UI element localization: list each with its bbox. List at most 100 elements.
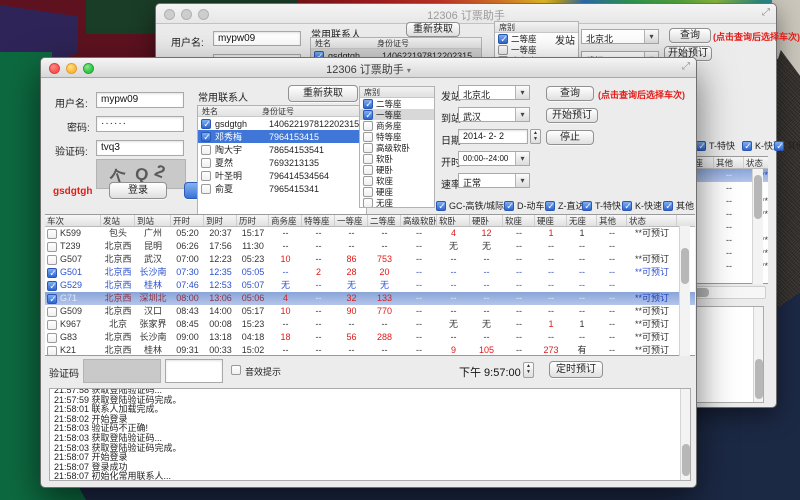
train-type-5[interactable]: K-快速 <box>622 199 662 212</box>
seat-checkbox[interactable] <box>498 34 508 44</box>
column-header[interactable]: 一等座 <box>335 215 368 226</box>
row-checkbox[interactable] <box>47 333 57 343</box>
seat-checkbox[interactable] <box>363 198 373 208</box>
refresh-contacts-button[interactable]: 重新获取 <box>288 85 358 102</box>
front-titlebar[interactable]: 12306 订票助手▾ ⤢ <box>41 58 696 78</box>
contact-row[interactable]: gsdgtgh140622197812202315 <box>198 117 366 130</box>
back-col-name[interactable]: 姓名 <box>311 38 377 48</box>
seat-checkbox[interactable] <box>363 132 373 142</box>
column-header[interactable]: 其他 <box>714 157 744 168</box>
train-type-3[interactable]: Z-直达 <box>545 199 585 212</box>
column-header[interactable]: 高级软卧 <box>401 215 437 226</box>
contact-row[interactable]: 叶圣明796414534564 <box>198 169 366 182</box>
close-icon[interactable] <box>49 63 60 74</box>
row-checkbox[interactable] <box>47 242 57 252</box>
seat-checkbox[interactable] <box>363 154 373 164</box>
train-type-checkbox[interactable] <box>504 201 514 211</box>
seat-checkbox[interactable] <box>363 176 373 186</box>
row-checkbox[interactable] <box>47 346 57 356</box>
back-refresh-button[interactable]: 重新获取 <box>406 22 460 37</box>
password-input[interactable]: ······ <box>96 116 184 132</box>
train-type-6[interactable]: 其他 <box>663 199 694 212</box>
column-header[interactable]: 特等座 <box>302 215 335 226</box>
train-type-6[interactable]: 其他 <box>774 139 800 152</box>
row-checkbox[interactable] <box>47 320 57 330</box>
resize-grip-icon[interactable]: ⤢ <box>682 61 690 72</box>
seat-row[interactable]: 二等座 <box>360 98 434 109</box>
back-query-button[interactable]: 查询 <box>669 28 711 43</box>
captcha-input[interactable]: tvq3 <box>96 140 184 156</box>
train-type-4[interactable]: T-特快 <box>696 139 735 152</box>
contact-checkbox[interactable] <box>201 171 211 181</box>
row-checkbox[interactable] <box>47 229 57 239</box>
row-checkbox[interactable] <box>47 281 57 291</box>
seat-checkbox[interactable] <box>363 143 373 153</box>
timer-book-button[interactable]: 定时预订 <box>549 361 603 378</box>
column-header[interactable]: 到时 <box>204 215 237 226</box>
zoom-icon[interactable] <box>83 63 94 74</box>
contact-row[interactable]: 邓秀梅7964153415 <box>198 130 366 143</box>
train-type-checkbox[interactable] <box>742 141 752 151</box>
column-header[interactable]: 发站 <box>101 215 135 226</box>
to-select[interactable]: 武汉 <box>458 107 530 122</box>
column-header[interactable]: 二等座 <box>368 215 401 226</box>
seat-row[interactable]: 硬卧 <box>360 164 434 175</box>
row-checkbox[interactable] <box>47 255 57 265</box>
timer-time[interactable]: 下午 9:57:00 <box>459 364 521 380</box>
train-row[interactable]: K967北京张家界08:4500:0815:23----------无无--11… <box>45 318 695 331</box>
speed-select[interactable]: 正常 <box>458 173 530 188</box>
column-header[interactable]: 历时 <box>237 215 269 226</box>
time-stepper[interactable]: ▲▼ <box>523 362 534 378</box>
back-titlebar[interactable]: 12306 订票助手 ⤢ <box>156 4 776 24</box>
train-row[interactable]: G71北京西深圳北08:0013:0605:064--32133--------… <box>45 292 695 305</box>
train-row[interactable]: T239北京西昆明06:2617:5611:30----------无无----… <box>45 240 695 253</box>
train-row[interactable]: G501北京西长沙南07:3012:3505:05--22820--------… <box>45 266 695 279</box>
column-header[interactable]: 软卧 <box>437 215 470 226</box>
back-log-scrollbar[interactable] <box>753 307 764 403</box>
resize-grip-icon[interactable]: ⤢ <box>762 7 770 18</box>
back-col-id[interactable]: 身份证号 <box>377 38 409 48</box>
table-scrollbar[interactable] <box>679 226 690 356</box>
row-checkbox[interactable] <box>47 268 57 278</box>
date-input[interactable]: 2014- 2- 2 <box>458 129 528 144</box>
seat-row[interactable]: 软卧 <box>360 153 434 164</box>
train-row[interactable]: K21北京西桂林09:3100:3315:02----------9105--2… <box>45 344 695 356</box>
username-input[interactable]: mypw09 <box>96 92 184 108</box>
column-header[interactable]: 状态 <box>744 157 768 168</box>
column-header[interactable]: 其他 <box>597 215 627 226</box>
date-stepper[interactable]: ▲▼ <box>530 129 541 144</box>
train-type-checkbox[interactable] <box>582 201 592 211</box>
bottom-captcha-image[interactable] <box>83 359 161 383</box>
seat-row[interactable]: 硬座 <box>360 186 434 197</box>
column-header[interactable]: 硬卧 <box>470 215 503 226</box>
train-type-checkbox[interactable] <box>663 201 673 211</box>
minimize-icon[interactable] <box>66 63 77 74</box>
back-from-select[interactable]: 北京北 <box>581 29 659 44</box>
train-type-2[interactable]: D-动车 <box>504 199 545 212</box>
seat-checkbox[interactable] <box>363 165 373 175</box>
seat-checkbox[interactable] <box>363 110 373 120</box>
log-scrollbar[interactable] <box>680 389 691 481</box>
train-row[interactable]: G507北京西武汉07:0012:2305:2310--86753-------… <box>45 253 695 266</box>
close-icon[interactable] <box>164 9 175 20</box>
train-type-checkbox[interactable] <box>774 141 784 151</box>
train-type-checkbox[interactable] <box>436 201 446 211</box>
seat-checkbox[interactable] <box>363 187 373 197</box>
col-name[interactable]: 姓名 <box>198 106 262 116</box>
contact-checkbox[interactable] <box>201 119 211 129</box>
train-type-checkbox[interactable] <box>622 201 632 211</box>
query-button[interactable]: 查询 <box>546 86 594 101</box>
seat-row[interactable]: 特等座 <box>360 131 434 142</box>
column-header[interactable]: 商务座 <box>269 215 302 226</box>
column-header[interactable]: 软座 <box>503 215 535 226</box>
train-type-checkbox[interactable] <box>545 201 555 211</box>
train-row[interactable]: K599包头广州05:2020:3715:17----------412--11… <box>45 227 695 240</box>
column-header[interactable]: 车次 <box>45 215 101 226</box>
column-header[interactable]: 无座 <box>567 215 597 226</box>
column-header[interactable]: 状态 <box>627 215 677 226</box>
seat-checkbox[interactable] <box>363 121 373 131</box>
column-header[interactable]: 硬座 <box>535 215 567 226</box>
contact-row[interactable]: 夏然7693213135 <box>198 156 366 169</box>
train-row[interactable]: G529北京西桂林07:4612:5305:07无--无无-----------… <box>45 279 695 292</box>
minimize-icon[interactable] <box>181 9 192 20</box>
